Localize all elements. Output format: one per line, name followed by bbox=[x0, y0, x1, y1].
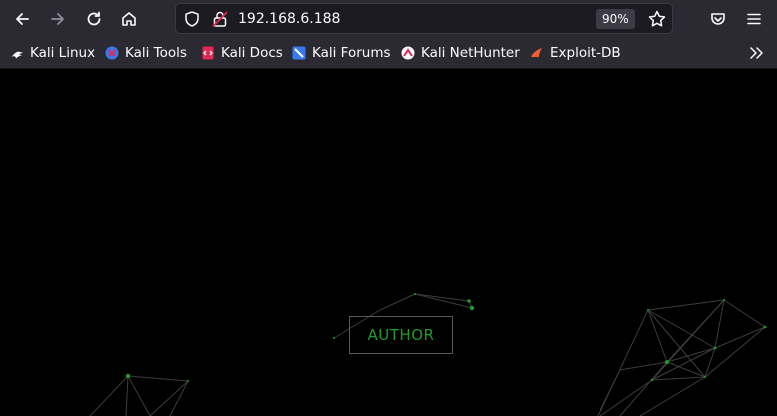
network-lines bbox=[89, 293, 766, 416]
page-content: AUTHOR bbox=[0, 70, 777, 416]
forward-arrow-icon bbox=[51, 13, 64, 25]
bookmark-kali-tools[interactable]: Kali Tools bbox=[104, 44, 187, 62]
bookmarks-toolbar: Kali Linux Kali Tools Kali Docs Kali For… bbox=[0, 37, 777, 69]
url-text[interactable]: 192.168.6.188 bbox=[238, 10, 340, 28]
exploit-db-icon bbox=[531, 48, 542, 57]
bookmark-label: Kali Linux bbox=[30, 45, 96, 61]
bookmark-label: Kali Docs bbox=[221, 45, 283, 61]
bookmark-kali-forums[interactable]: Kali Forums bbox=[291, 44, 391, 62]
particle-network-background bbox=[89, 293, 767, 416]
back-arrow-icon bbox=[16, 13, 29, 25]
url-bar[interactable]: 192.168.6.188 90% bbox=[175, 3, 673, 34]
bookmark-label: Kali Forums bbox=[312, 45, 391, 61]
kali-forums-icon bbox=[292, 46, 306, 60]
forward-button[interactable] bbox=[43, 4, 73, 34]
kali-nethunter-icon bbox=[401, 46, 415, 60]
menu-button[interactable] bbox=[739, 4, 769, 34]
bookmark-kali-docs[interactable]: Kali Docs bbox=[200, 44, 283, 62]
bookmark-kali-linux[interactable]: Kali Linux bbox=[9, 44, 95, 62]
shield-icon[interactable] bbox=[183, 10, 201, 28]
hamburger-menu-icon bbox=[747, 13, 761, 25]
more-bookmarks-button[interactable] bbox=[748, 44, 769, 62]
back-button[interactable] bbox=[7, 4, 37, 34]
bookmark-exploit-db[interactable]: Exploit-DB bbox=[529, 44, 621, 62]
bookmark-label: Kali Tools bbox=[125, 45, 187, 61]
chevron-double-right-icon bbox=[750, 47, 763, 59]
kali-dragon-icon bbox=[11, 51, 23, 59]
bookmark-kali-nethunter[interactable]: Kali NetHunter bbox=[400, 44, 520, 62]
kali-docs-icon bbox=[202, 46, 214, 60]
pocket-button[interactable] bbox=[703, 4, 733, 34]
bookmark-label: Exploit-DB bbox=[550, 45, 621, 61]
bookmark-label: Kali NetHunter bbox=[421, 45, 520, 61]
home-button[interactable] bbox=[114, 4, 144, 34]
insecure-lock-icon[interactable] bbox=[211, 10, 229, 28]
reload-button[interactable] bbox=[79, 4, 109, 34]
author-button[interactable]: AUTHOR bbox=[349, 316, 453, 354]
zoom-level-badge[interactable]: 90% bbox=[596, 9, 635, 29]
bookmark-star-icon[interactable] bbox=[647, 9, 667, 29]
browser-toolbar: 192.168.6.188 90% bbox=[0, 0, 777, 37]
home-icon bbox=[122, 12, 136, 26]
pocket-icon bbox=[711, 13, 725, 25]
kali-tools-icon bbox=[105, 46, 119, 60]
reload-icon bbox=[87, 11, 101, 26]
